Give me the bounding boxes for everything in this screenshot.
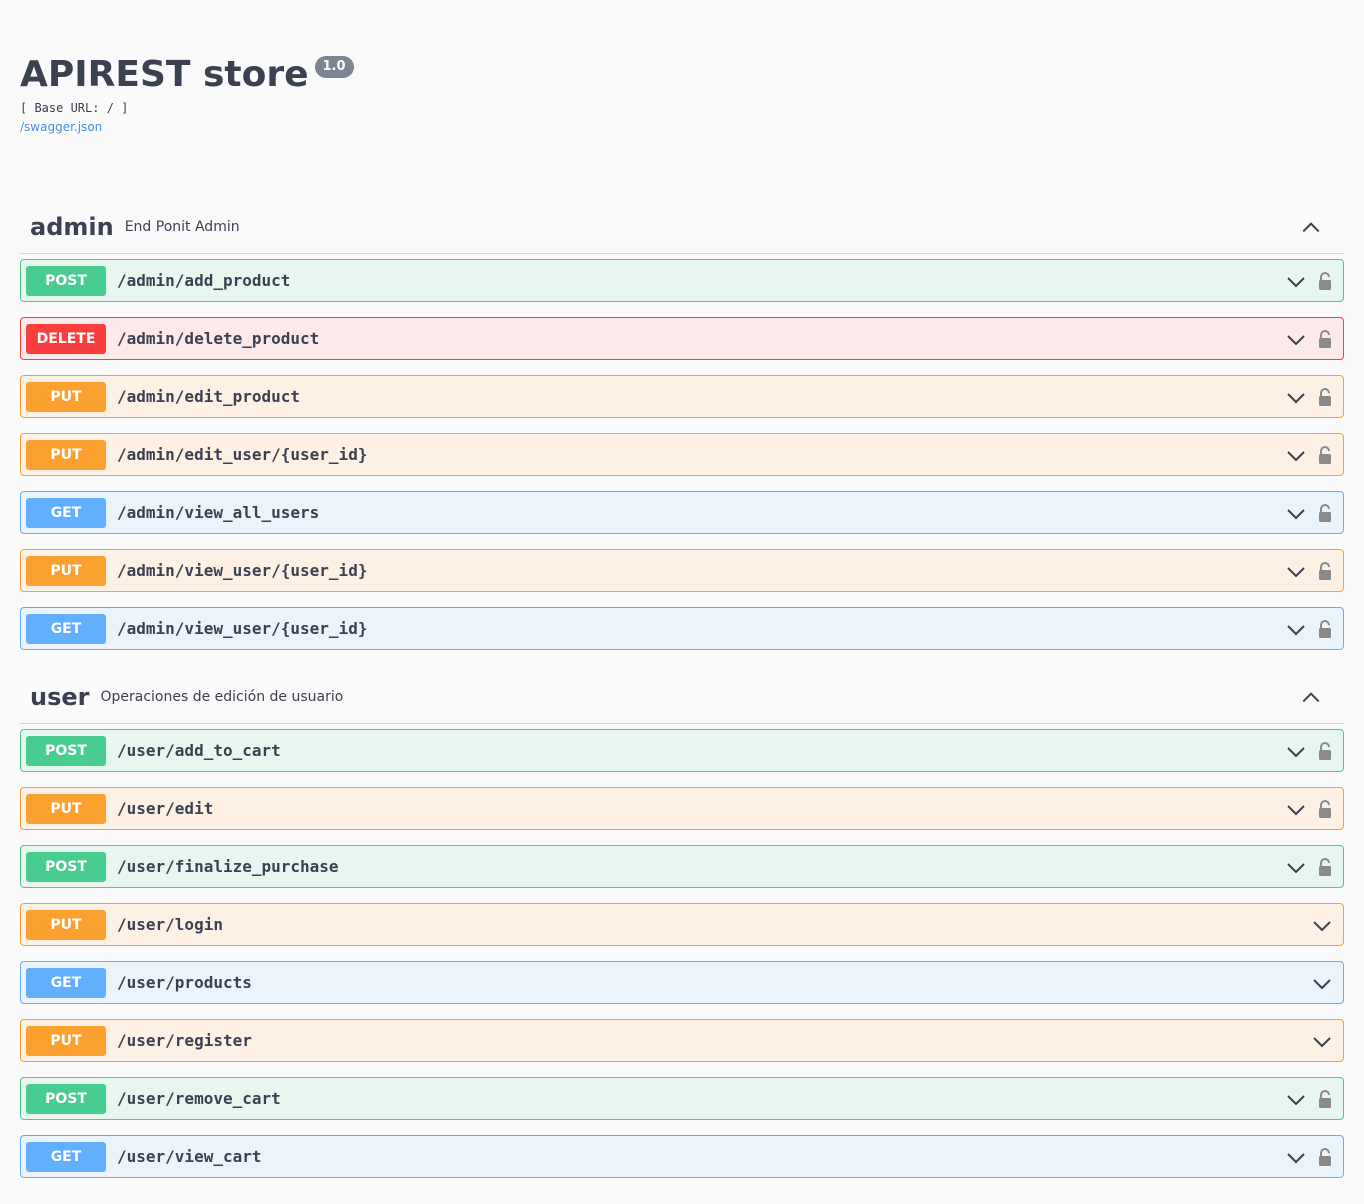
api-info: APIREST store 1.0 [ Base URL: / ] /swagg… (20, 0, 1344, 150)
method-badge: PUT (26, 555, 106, 586)
operation-row[interactable]: GET/user/view_cart (20, 1135, 1344, 1178)
chevron-down-icon[interactable] (1286, 619, 1306, 639)
endpoint-path: /user/view_cart (117, 1147, 262, 1166)
operations-list: POST/user/add_to_cart PUT/user/edit POST/u… (20, 724, 1344, 1178)
chevron-down-icon[interactable] (1286, 741, 1306, 761)
endpoint-path: /admin/edit_product (117, 387, 301, 406)
method-badge: POST (26, 735, 106, 766)
lock-icon[interactable] (1316, 445, 1334, 465)
operation-row[interactable]: POST/user/finalize_purchase (20, 845, 1344, 888)
title-row: APIREST store 1.0 (20, 50, 1344, 100)
method-badge: GET (26, 967, 106, 998)
chevron-down-icon[interactable] (1312, 973, 1332, 993)
tag-name: user (30, 682, 90, 711)
method-badge: GET (26, 613, 106, 644)
spec-link[interactable]: /swagger.json (20, 120, 102, 134)
tag-header-user[interactable]: user Operaciones de edición de usuario (20, 670, 1344, 724)
chevron-down-icon[interactable] (1286, 271, 1306, 291)
method-badge: PUT (26, 439, 106, 470)
method-badge: PUT (26, 909, 106, 940)
lock-icon[interactable] (1316, 561, 1334, 581)
operation-row[interactable]: PUT/user/register (20, 1019, 1344, 1062)
operation-row[interactable]: DELETE/admin/delete_product (20, 317, 1344, 360)
operation-row[interactable]: PUT/admin/edit_user/{user_id} (20, 433, 1344, 476)
lock-icon[interactable] (1316, 271, 1334, 291)
operations-list: POST/admin/add_product DELETE/admin/delet… (20, 254, 1344, 650)
chevron-down-icon[interactable] (1286, 857, 1306, 877)
endpoint-path: /user/remove_cart (117, 1089, 281, 1108)
lock-icon[interactable] (1316, 799, 1334, 819)
api-title: APIREST store (20, 54, 309, 95)
method-badge: POST (26, 1083, 106, 1114)
chevron-down-icon[interactable] (1286, 1089, 1306, 1109)
endpoint-path: /user/add_to_cart (117, 741, 281, 760)
tag-section-user: user Operaciones de edición de usuario POS… (20, 670, 1344, 1178)
chevron-down-icon[interactable] (1286, 329, 1306, 349)
operation-row[interactable]: PUT/admin/edit_product (20, 375, 1344, 418)
tag-header-admin[interactable]: admin End Ponit Admin (20, 200, 1344, 254)
lock-icon[interactable] (1316, 741, 1334, 761)
tag-section-admin: admin End Ponit Admin POST/admin/add_produ… (20, 200, 1344, 650)
operation-row[interactable]: GET/user/products (20, 961, 1344, 1004)
tag-name: admin (30, 212, 114, 241)
lock-icon[interactable] (1316, 503, 1334, 523)
tag-description: Operaciones de edición de usuario (100, 688, 344, 705)
operation-row[interactable]: POST/user/add_to_cart (20, 729, 1344, 772)
endpoint-path: /admin/edit_user/{user_id} (117, 445, 368, 464)
tag-sections: admin End Ponit Admin POST/admin/add_produ… (20, 200, 1344, 1178)
chevron-down-icon[interactable] (1286, 561, 1306, 581)
method-badge: PUT (26, 793, 106, 824)
method-badge: PUT (26, 1025, 106, 1056)
chevron-down-icon[interactable] (1286, 799, 1306, 819)
swagger-ui: APIREST store 1.0 [ Base URL: / ] /swagg… (0, 0, 1364, 1178)
lock-icon[interactable] (1316, 1089, 1334, 1109)
endpoint-path: /admin/view_user/{user_id} (117, 619, 368, 638)
method-badge: POST (26, 851, 106, 882)
chevron-down-icon[interactable] (1286, 445, 1306, 465)
chevron-down-icon[interactable] (1286, 503, 1306, 523)
operation-row[interactable]: GET/admin/view_all_users (20, 491, 1344, 534)
operation-row[interactable]: PUT/admin/view_user/{user_id} (20, 549, 1344, 592)
endpoint-path: /user/register (117, 1031, 252, 1050)
endpoint-path: /user/products (117, 973, 252, 992)
method-badge: GET (26, 497, 106, 528)
operation-row[interactable]: POST/admin/add_product (20, 259, 1344, 302)
endpoint-path: /user/edit (117, 799, 214, 818)
chevron-down-icon[interactable] (1286, 387, 1306, 407)
operation-row[interactable]: PUT/user/login (20, 903, 1344, 946)
lock-icon[interactable] (1316, 329, 1334, 349)
lock-icon[interactable] (1316, 857, 1334, 877)
endpoint-path: /user/login (117, 915, 223, 934)
base-url: [ Base URL: / ] (20, 101, 129, 115)
chevron-down-icon[interactable] (1286, 1147, 1306, 1167)
operation-row[interactable]: PUT/user/edit (20, 787, 1344, 830)
method-badge: DELETE (26, 323, 106, 354)
endpoint-path: /admin/delete_product (117, 329, 320, 348)
method-badge: GET (26, 1141, 106, 1172)
endpoint-path: /admin/view_all_users (117, 503, 320, 522)
tag-description: End Ponit Admin (124, 218, 240, 235)
endpoint-path: /admin/add_product (117, 271, 291, 290)
operation-row[interactable]: POST/user/remove_cart (20, 1077, 1344, 1120)
chevron-up-icon[interactable] (1300, 686, 1322, 708)
endpoint-path: /user/finalize_purchase (117, 857, 339, 876)
chevron-up-icon[interactable] (1300, 216, 1322, 238)
lock-icon[interactable] (1316, 387, 1334, 407)
lock-icon[interactable] (1316, 1147, 1334, 1167)
chevron-down-icon[interactable] (1312, 915, 1332, 935)
endpoint-path: /admin/view_user/{user_id} (117, 561, 368, 580)
method-badge: PUT (26, 381, 106, 412)
version-badge: 1.0 (314, 56, 354, 78)
operation-row[interactable]: GET/admin/view_user/{user_id} (20, 607, 1344, 650)
chevron-down-icon[interactable] (1312, 1031, 1332, 1051)
lock-icon[interactable] (1316, 619, 1334, 639)
method-badge: POST (26, 265, 106, 296)
